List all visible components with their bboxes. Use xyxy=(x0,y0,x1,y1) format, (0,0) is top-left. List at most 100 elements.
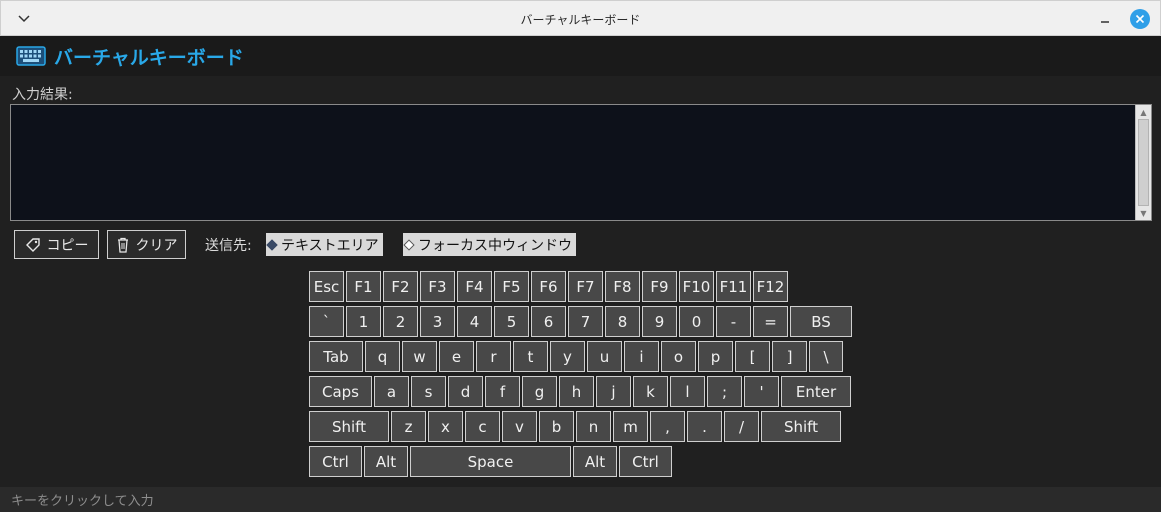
key-x[interactable]: x xyxy=(428,411,463,442)
app-title: バーチャルキーボード xyxy=(54,47,244,69)
target-radio-label: テキストエリア xyxy=(281,237,379,254)
key-left-ctrl[interactable]: Ctrl xyxy=(309,446,362,477)
key-h[interactable]: h xyxy=(559,376,594,407)
key-left-bracket[interactable]: [ xyxy=(735,341,770,372)
key-r[interactable]: r xyxy=(476,341,511,372)
key-f12[interactable]: F12 xyxy=(753,271,788,302)
input-result-label: 入力結果: xyxy=(12,87,73,103)
key-d[interactable]: d xyxy=(448,376,483,407)
key-f2[interactable]: F2 xyxy=(383,271,418,302)
key-y[interactable]: y xyxy=(550,341,585,372)
close-button[interactable] xyxy=(1130,9,1150,29)
key-period[interactable]: . xyxy=(687,411,722,442)
key-6[interactable]: 6 xyxy=(531,306,566,337)
key-f11[interactable]: F11 xyxy=(716,271,751,302)
key-8[interactable]: 8 xyxy=(605,306,640,337)
key-v[interactable]: v xyxy=(502,411,537,442)
tag-icon xyxy=(25,237,40,252)
key-a[interactable]: a xyxy=(374,376,409,407)
key-backspace[interactable]: BS xyxy=(790,306,852,337)
key-enter[interactable]: Enter xyxy=(781,376,851,407)
copy-button-label: コピー xyxy=(46,237,89,254)
key-f1[interactable]: F1 xyxy=(346,271,381,302)
key-e[interactable]: e xyxy=(439,341,474,372)
key-left-shift[interactable]: Shift xyxy=(309,411,389,442)
minimize-button[interactable] xyxy=(1094,8,1116,30)
key-k[interactable]: k xyxy=(633,376,668,407)
target-radio-textarea[interactable]: テキストエリア xyxy=(266,233,383,256)
key-1[interactable]: 1 xyxy=(346,306,381,337)
scrollbar-thumb[interactable] xyxy=(1138,119,1149,206)
key-n[interactable]: n xyxy=(576,411,611,442)
key-equals[interactable]: = xyxy=(753,306,788,337)
key-semicolon[interactable]: ; xyxy=(707,376,742,407)
key-tab[interactable]: Tab xyxy=(309,341,363,372)
key-5[interactable]: 5 xyxy=(494,306,529,337)
radio-indicator-icon xyxy=(403,238,415,251)
key-f[interactable]: f xyxy=(485,376,520,407)
key-f8[interactable]: F8 xyxy=(605,271,640,302)
key-right-bracket[interactable]: ] xyxy=(772,341,807,372)
input-result-textarea[interactable]: ▲ ▼ xyxy=(10,104,1152,221)
close-icon xyxy=(1135,14,1145,24)
status-text: キーをクリックして入力 xyxy=(11,494,154,509)
key-q[interactable]: q xyxy=(365,341,400,372)
key-i[interactable]: i xyxy=(624,341,659,372)
key-3[interactable]: 3 xyxy=(420,306,455,337)
key-0[interactable]: 0 xyxy=(679,306,714,337)
send-to-label: 送信先: xyxy=(205,238,252,254)
key-l[interactable]: l xyxy=(670,376,705,407)
key-slash[interactable]: / xyxy=(724,411,759,442)
key-j[interactable]: j xyxy=(596,376,631,407)
key-u[interactable]: u xyxy=(587,341,622,372)
key-w[interactable]: w xyxy=(402,341,437,372)
key-g[interactable]: g xyxy=(522,376,557,407)
key-space[interactable]: Space xyxy=(410,446,571,477)
key-9[interactable]: 9 xyxy=(642,306,677,337)
key-f6[interactable]: F6 xyxy=(531,271,566,302)
key-f3[interactable]: F3 xyxy=(420,271,455,302)
key-z[interactable]: z xyxy=(391,411,426,442)
key-p[interactable]: p xyxy=(698,341,733,372)
key-right-ctrl[interactable]: Ctrl xyxy=(619,446,672,477)
key-b[interactable]: b xyxy=(539,411,574,442)
target-radio-focused-window[interactable]: フォーカス中ウィンドウ xyxy=(403,233,576,256)
key-comma[interactable]: , xyxy=(650,411,685,442)
key-c[interactable]: c xyxy=(465,411,500,442)
key-quote[interactable]: ' xyxy=(744,376,779,407)
key-t[interactable]: t xyxy=(513,341,548,372)
key-o[interactable]: o xyxy=(661,341,696,372)
key-backslash[interactable]: \ xyxy=(809,341,843,372)
window-title: バーチャルキーボード xyxy=(520,13,641,27)
key-f4[interactable]: F4 xyxy=(457,271,492,302)
key-right-alt[interactable]: Alt xyxy=(573,446,617,477)
keyboard-icon xyxy=(16,46,46,66)
key-minus[interactable]: - xyxy=(716,306,751,337)
key-2[interactable]: 2 xyxy=(383,306,418,337)
key-4[interactable]: 4 xyxy=(457,306,492,337)
key-backtick[interactable]: ` xyxy=(309,306,344,337)
key-left-alt[interactable]: Alt xyxy=(364,446,408,477)
clear-button-label: クリア xyxy=(135,237,178,254)
key-right-shift[interactable]: Shift xyxy=(761,411,841,442)
key-f9[interactable]: F9 xyxy=(642,271,677,302)
key-esc[interactable]: Esc xyxy=(309,271,344,302)
key-7[interactable]: 7 xyxy=(568,306,603,337)
minimize-icon xyxy=(1101,21,1109,23)
app-header: バーチャルキーボード xyxy=(0,36,1161,76)
key-s[interactable]: s xyxy=(411,376,446,407)
trash-icon xyxy=(117,237,128,253)
vertical-scrollbar[interactable]: ▲ ▼ xyxy=(1135,105,1151,220)
status-bar: キーをクリックして入力 xyxy=(0,487,1161,512)
radio-indicator-icon xyxy=(266,238,278,251)
scroll-up-icon[interactable]: ▲ xyxy=(1136,106,1151,118)
scroll-down-icon[interactable]: ▼ xyxy=(1136,207,1151,219)
copy-button[interactable]: コピー xyxy=(14,230,99,259)
key-caps[interactable]: Caps xyxy=(309,376,372,407)
key-f5[interactable]: F5 xyxy=(494,271,529,302)
window-titlebar: バーチャルキーボード xyxy=(0,0,1161,36)
clear-button[interactable]: クリア xyxy=(107,230,186,259)
key-m[interactable]: m xyxy=(613,411,648,442)
key-f10[interactable]: F10 xyxy=(679,271,714,302)
key-f7[interactable]: F7 xyxy=(568,271,603,302)
